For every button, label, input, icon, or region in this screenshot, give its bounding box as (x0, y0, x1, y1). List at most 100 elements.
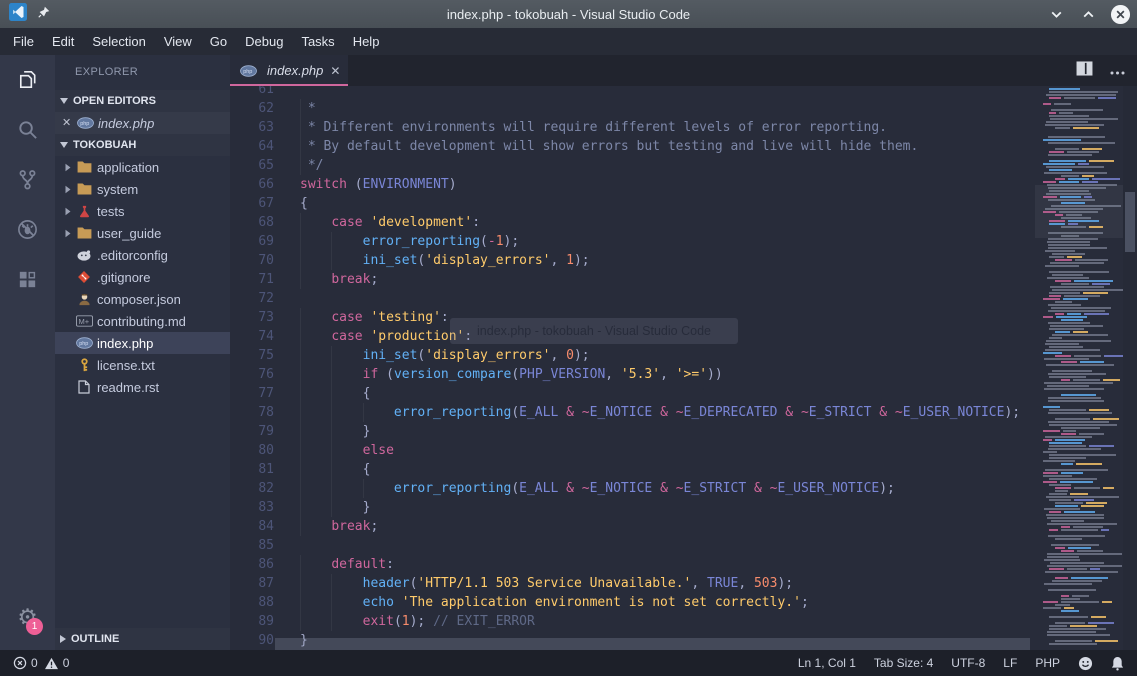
source-control-icon[interactable] (0, 158, 55, 200)
code-line-82[interactable]: 82 error_reporting(E_ALL & ~E_NOTICE & ~… (230, 479, 1137, 498)
code-line-80[interactable]: 80 else (230, 441, 1137, 460)
code-line-75[interactable]: 75 ini_set('display_errors', 0); (230, 346, 1137, 365)
code-line-62[interactable]: 62 * (230, 99, 1137, 118)
more-actions-icon[interactable] (1110, 62, 1125, 80)
menu-debug[interactable]: Debug (236, 28, 292, 55)
debug-disabled-icon[interactable] (0, 208, 55, 250)
explorer-icon[interactable] (0, 58, 55, 100)
tab-index-php[interactable]: php index.php ✕ (230, 55, 348, 86)
split-editor-icon[interactable] (1076, 61, 1093, 81)
code-line-63[interactable]: 63 * Different environments will require… (230, 118, 1137, 137)
warnings-indicator[interactable]: 0 (44, 656, 70, 670)
code-line-89[interactable]: 89 exit(1); // EXIT_ERROR (230, 612, 1137, 631)
minimap-line (1039, 598, 1120, 600)
minimap-line (1039, 334, 1120, 336)
open-editor-index.php[interactable]: ✕phpindex.php (55, 112, 230, 134)
code-line-61[interactable]: 61 (230, 86, 1137, 99)
feedback-smiley-icon[interactable] (1078, 656, 1093, 671)
tree-item-gitignore[interactable]: .gitignore (55, 266, 230, 288)
tab-size[interactable]: Tab Size: 4 (874, 656, 933, 670)
menu-edit[interactable]: Edit (43, 28, 83, 55)
tree-item-composer.json[interactable]: composer.json (55, 288, 230, 310)
minimap-line (1039, 484, 1120, 486)
menu-go[interactable]: Go (201, 28, 236, 55)
minimap-line (1039, 301, 1120, 303)
eol[interactable]: LF (1003, 656, 1017, 670)
tree-item-system[interactable]: system (55, 178, 230, 200)
git-icon (74, 270, 94, 284)
vertical-scrollbar-thumb[interactable] (1125, 192, 1135, 252)
svg-text:M+: M+ (78, 317, 89, 326)
minimize-button[interactable] (1045, 3, 1067, 25)
minimap-line (1039, 394, 1120, 396)
project-root-header[interactable]: TOKOBUAH (55, 134, 230, 156)
minimap-line (1039, 196, 1120, 198)
code-line-84[interactable]: 84 break; (230, 517, 1137, 536)
menu-tasks[interactable]: Tasks (292, 28, 343, 55)
tree-item-index.php[interactable]: phpindex.php (55, 332, 230, 354)
minimap-line (1039, 331, 1120, 333)
tree-item-application[interactable]: application (55, 156, 230, 178)
menu-file[interactable]: File (4, 28, 43, 55)
minimap-line (1039, 217, 1120, 219)
minimap-line (1039, 265, 1120, 267)
minimap-line (1039, 298, 1120, 300)
extensions-icon[interactable] (0, 258, 55, 300)
tree-item-contributing.md[interactable]: M+contributing.md (55, 310, 230, 332)
code-line-67[interactable]: 67{ (230, 194, 1137, 213)
code-line-85[interactable]: 85 (230, 536, 1137, 555)
tab-close-icon[interactable]: ✕ (330, 64, 340, 78)
code-line-64[interactable]: 64 * By default development will show er… (230, 137, 1137, 156)
settings-badge: 1 (26, 618, 43, 635)
code-line-66[interactable]: 66switch (ENVIRONMENT) (230, 175, 1137, 194)
open-editors-header[interactable]: OPEN EDITORS (55, 90, 230, 112)
code-line-68[interactable]: 68 case 'development': (230, 213, 1137, 232)
minimap-line (1039, 259, 1120, 261)
minimap[interactable] (1035, 86, 1123, 650)
menu-selection[interactable]: Selection (83, 28, 154, 55)
minimap-line (1039, 448, 1120, 450)
code-line-79[interactable]: 79 } (230, 422, 1137, 441)
settings-gear-icon[interactable]: ⚙ 1 (0, 596, 55, 638)
menu-view[interactable]: View (155, 28, 201, 55)
cursor-position[interactable]: Ln 1, Col 1 (798, 656, 856, 670)
code-editor[interactable]: 6162 *63 * Different environments will r… (230, 86, 1137, 650)
pin-icon[interactable] (37, 5, 51, 24)
minimap-line (1039, 277, 1120, 279)
close-editor-icon[interactable]: ✕ (62, 118, 75, 129)
code-line-70[interactable]: 70 ini_set('display_errors', 1); (230, 251, 1137, 270)
code-line-78[interactable]: 78 error_reporting(E_ALL & ~E_NOTICE & ~… (230, 403, 1137, 422)
search-icon[interactable] (0, 108, 55, 150)
code-line-83[interactable]: 83 } (230, 498, 1137, 517)
code-line-88[interactable]: 88 echo 'The application environment is … (230, 593, 1137, 612)
code-line-72[interactable]: 72 (230, 289, 1137, 308)
errors-indicator[interactable]: 0 (13, 656, 38, 670)
code-line-86[interactable]: 86 default: (230, 555, 1137, 574)
php-icon: php (74, 337, 94, 349)
titlebar[interactable]: index.php - tokobuah - Visual Studio Cod… (0, 0, 1137, 28)
tree-item-editorconfig[interactable]: .editorconfig (55, 244, 230, 266)
code-line-76[interactable]: 76 if (version_compare(PHP_VERSION, '5.3… (230, 365, 1137, 384)
code-line-87[interactable]: 87 header('HTTP/1.1 503 Service Unavaila… (230, 574, 1137, 593)
tree-item-tests[interactable]: tests (55, 200, 230, 222)
horizontal-scrollbar-thumb[interactable] (275, 638, 1030, 650)
menu-help[interactable]: Help (344, 28, 389, 55)
vertical-scrollbar[interactable] (1123, 86, 1137, 650)
notifications-bell-icon[interactable] (1111, 656, 1124, 671)
code-line-69[interactable]: 69 error_reporting(-1); (230, 232, 1137, 251)
minimap-line (1039, 154, 1120, 156)
code-line-81[interactable]: 81 { (230, 460, 1137, 479)
code-line-77[interactable]: 77 { (230, 384, 1137, 403)
minimap-line (1039, 346, 1120, 348)
code-line-65[interactable]: 65 */ (230, 156, 1137, 175)
encoding[interactable]: UTF-8 (951, 656, 985, 670)
maximize-button[interactable] (1077, 3, 1099, 25)
tree-item-readme.rst[interactable]: readme.rst (55, 376, 230, 398)
minimap-line (1039, 247, 1120, 249)
code-line-71[interactable]: 71 break; (230, 270, 1137, 289)
outline-header[interactable]: OUTLINE (55, 628, 230, 650)
tree-item-user_guide[interactable]: user_guide (55, 222, 230, 244)
close-button[interactable] (1109, 3, 1131, 25)
tree-item-license.txt[interactable]: license.txt (55, 354, 230, 376)
language-mode[interactable]: PHP (1035, 656, 1060, 670)
